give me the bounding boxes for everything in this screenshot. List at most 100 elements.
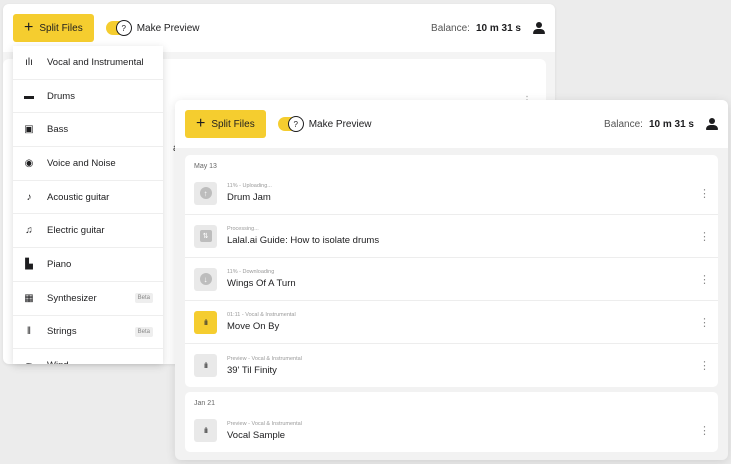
split-files-label: Split Files (211, 118, 255, 130)
more-icon[interactable]: ⋮ (699, 273, 710, 286)
file-status: 01:11 - Vocal & Instrumental (227, 312, 296, 318)
file-groups: May 13 ↑ 11% - Uploading... Drum Jam ⋮ ⇅… (175, 155, 728, 452)
dropdown-item[interactable]: ♪ Acoustic guitar (13, 181, 163, 215)
file-thumbnail: ↑ (194, 181, 217, 205)
make-preview-toggle[interactable]: ? (105, 20, 132, 36)
dropdown-item-label: Strings (47, 326, 77, 338)
user-icon[interactable] (533, 22, 545, 34)
waveform-icon: ılı (203, 317, 208, 327)
file-text: 11% - Uploading... Drum Jam (227, 183, 699, 203)
dropdown-item[interactable]: ▣ Bass (13, 113, 163, 148)
file-thumbnail: ↓ (194, 267, 217, 291)
waveform-icon: ılı (203, 361, 208, 370)
more-icon[interactable]: ⋮ (699, 359, 710, 372)
file-status: 11% - Uploading... (227, 183, 272, 189)
balance-label: Balance: (431, 22, 470, 34)
front-window: + Split Files ? Make Preview Balance: 10… (175, 100, 728, 460)
file-thumbnail: ılı (194, 310, 217, 334)
dropdown-item-label: Wind (47, 360, 153, 364)
make-preview-label: Make Preview (136, 22, 200, 34)
beta-badge: Beta (134, 326, 153, 337)
file-group: Jan 21 ılı Preview - Vocal & Instrumenta… (185, 392, 718, 452)
file-group: May 13 ↑ 11% - Uploading... Drum Jam ⋮ ⇅… (185, 155, 718, 387)
balance: Balance: 10 m 31 s (431, 23, 521, 34)
group-date: Jan 21 (194, 400, 216, 407)
file-title: Wings Of A Turn (227, 278, 296, 289)
file-title: 39' Til Finity (227, 364, 277, 376)
balance-value: 10 m 31 s (648, 118, 694, 130)
beta-badge: Beta (134, 293, 153, 304)
electric-guitar-icon: ♫ (25, 225, 33, 237)
file-status: 11% - Downloading (227, 269, 275, 275)
file-row[interactable]: ↑ 11% - Uploading... Drum Jam ⋮ (185, 172, 718, 215)
dropdown-item-label: Bass (47, 124, 69, 136)
dropdown-item-label: Synthesizer (47, 292, 97, 304)
balance: Balance: 10 m 31 s (604, 119, 694, 130)
make-preview-toggle-wrap: ? Make Preview (105, 20, 200, 36)
file-title: Move On By (227, 321, 280, 332)
make-preview-toggle[interactable]: ? (277, 116, 304, 132)
file-row[interactable]: ılı Preview - Vocal & Instrumental Vocal… (185, 409, 718, 452)
harp-icon: ‖ (26, 326, 32, 338)
plus-icon: + (196, 115, 206, 132)
dropdown-item-label: Acoustic guitar (47, 191, 110, 203)
file-thumbnail: ılı (194, 354, 217, 377)
stem-type-dropdown: ılı Vocal and Instrumental ▬ Drums ▣ Bass ◉ Voi… (13, 46, 163, 364)
file-row[interactable]: ılı 01:11 - Vocal & Instrumental Move On… (185, 301, 718, 344)
file-thumbnail: ılı (194, 419, 217, 442)
file-text: Processing... Lalal.ai Guide: How to iso… (227, 226, 699, 246)
split-files-button[interactable]: + Split Files (13, 14, 94, 42)
dropdown-item-label: Electric guitar (47, 225, 105, 237)
file-row[interactable]: ⇅ Processing... Lalal.ai Guide: How to i… (185, 215, 718, 258)
dropdown-item[interactable]: ◉ Voice and Noise (13, 147, 163, 181)
file-text: Preview - Vocal & Instrumental 39' Til F… (227, 356, 699, 376)
lightbulb-icon: ? (287, 116, 304, 132)
dropdown-item[interactable]: ▙ Piano (13, 248, 163, 282)
acoustic-guitar-icon: ♪ (26, 191, 32, 203)
dropdown-item[interactable]: ılı Vocal and Instrumental (13, 46, 163, 80)
make-preview-label: Make Preview (308, 118, 372, 130)
file-row[interactable]: ↓ 11% - Downloading Wings Of A Turn ⋮ (185, 258, 718, 301)
wind-icon: ≈ (23, 360, 35, 364)
file-title: Lalal.ai Guide: How to isolate drums (227, 235, 380, 246)
lightbulb-icon: ? (115, 20, 132, 36)
file-thumbnail: ⇅ (194, 224, 217, 248)
synthesizer-icon: ▦ (24, 292, 34, 304)
drum-icon: ▬ (24, 90, 34, 102)
user-icon[interactable] (706, 118, 718, 130)
front-topbar: + Split Files ? Make Preview Balance: 10… (175, 100, 728, 148)
more-icon[interactable]: ⋮ (699, 316, 710, 329)
dropdown-item-label: Piano (47, 258, 72, 270)
dropdown-item-label: Drums (47, 90, 75, 102)
dropdown-item[interactable]: ‖ Strings Beta (13, 316, 163, 350)
split-files-button[interactable]: + Split Files (185, 110, 266, 138)
dropdown-item[interactable]: ▬ Drums (13, 80, 163, 114)
dropdown-item[interactable]: ≈ Wind (13, 349, 163, 364)
group-date: May 13 (194, 163, 217, 170)
make-preview-toggle-wrap: ? Make Preview (277, 116, 372, 132)
download-icon: ↓ (199, 273, 212, 285)
bass-amp-icon: ▣ (24, 124, 34, 136)
file-text: 11% - Downloading Wings Of A Turn (227, 269, 699, 289)
file-status: Preview - Vocal & Instrumental (227, 355, 302, 362)
file-title: Drum Jam (227, 192, 271, 203)
file-text: 01:11 - Vocal & Instrumental Move On By (227, 312, 699, 332)
file-status: Preview - Vocal & Instrumental (227, 420, 302, 427)
dropdown-item-label: Vocal and Instrumental (47, 56, 144, 68)
more-icon[interactable]: ⋮ (699, 187, 710, 200)
balance-label: Balance: (604, 118, 643, 130)
file-title: Vocal Sample (227, 429, 286, 441)
microphone-icon: ◉ (24, 157, 34, 169)
plus-icon: + (24, 19, 34, 36)
file-row[interactable]: ılı Preview - Vocal & Instrumental 39' T… (185, 344, 718, 387)
waveform-icon: ılı (203, 426, 208, 435)
dropdown-item[interactable]: ▦ Synthesizer Beta (13, 282, 163, 316)
more-icon[interactable]: ⋮ (699, 424, 710, 437)
split-files-label: Split Files (39, 22, 83, 34)
waveform-icon: ılı (25, 56, 33, 68)
file-text: Preview - Vocal & Instrumental Vocal Sam… (227, 421, 699, 441)
more-icon[interactable]: ⋮ (699, 230, 710, 243)
file-status: Processing... (227, 226, 259, 232)
dropdown-item[interactable]: ♫ Electric guitar (13, 214, 163, 249)
processing-icon: ⇅ (199, 230, 212, 242)
